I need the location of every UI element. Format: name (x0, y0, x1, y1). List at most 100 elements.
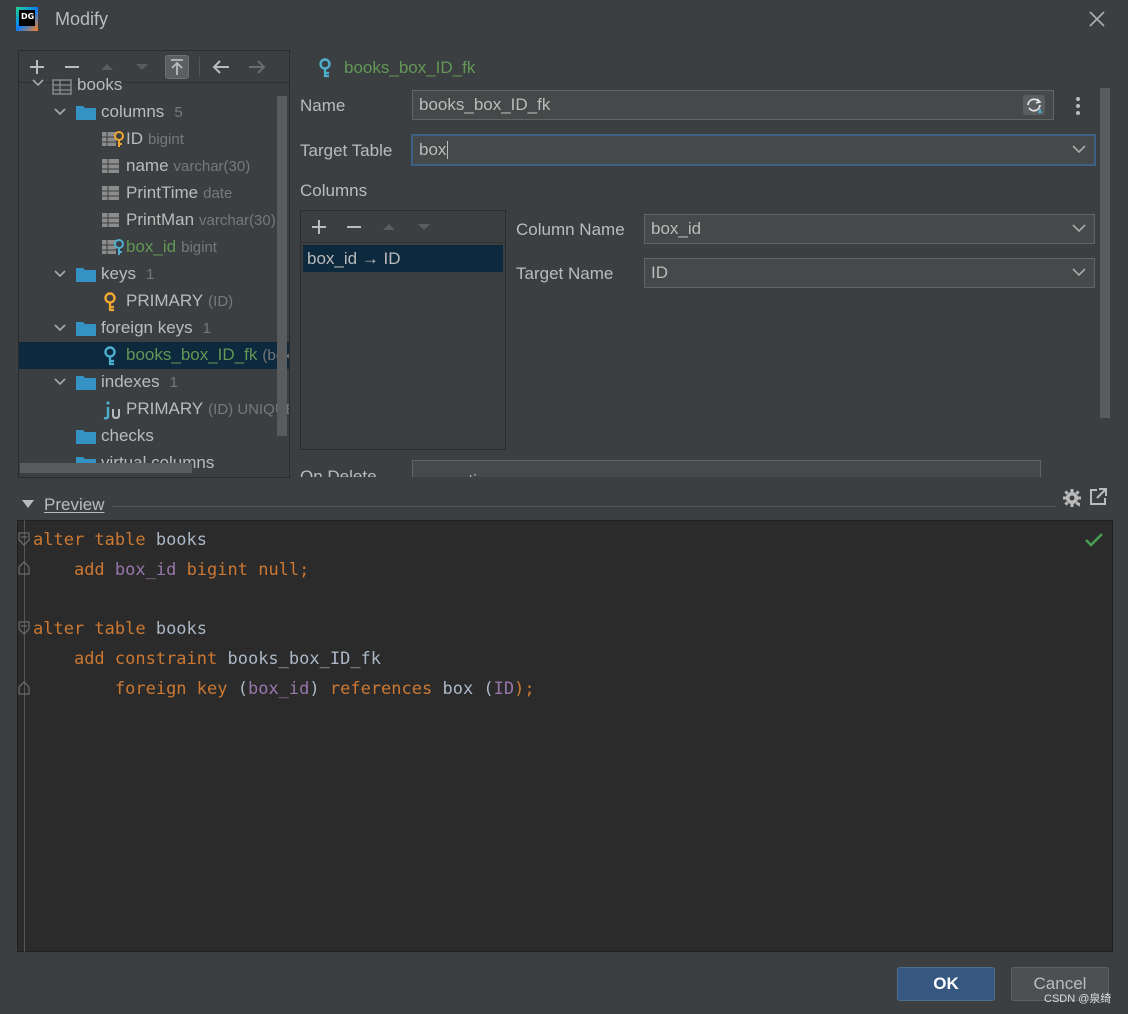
fold-end-icon[interactable] (18, 561, 30, 575)
text-cursor (447, 141, 449, 159)
tree-label: foreign keys (101, 318, 193, 337)
tree-item-keys[interactable]: keys 1 (19, 261, 289, 288)
folder-icon (76, 106, 96, 120)
column-type: varchar(30) (173, 158, 251, 175)
tree-item-books[interactable]: books (19, 73, 289, 100)
more-options-icon[interactable] (1072, 96, 1084, 116)
target-name-value: ID (651, 263, 668, 282)
target-table-select[interactable]: box (411, 134, 1096, 166)
on-delete-value: no_action (422, 471, 496, 477)
tree-item-fk-books-box-id-fk[interactable]: books_box_ID_fk(box (19, 342, 289, 369)
check-icon (1085, 533, 1103, 547)
sql-identifier: books (145, 530, 208, 550)
sql-keyword: foreign key (114, 679, 228, 699)
chevron-down-icon (54, 270, 66, 278)
schema-tree-panel: books columns 5 ID bigint name varchar(30) … (18, 50, 290, 478)
remove-icon[interactable] (342, 215, 366, 239)
sql-identifier: books (145, 619, 208, 639)
datagrip-logo-icon: DG (16, 7, 38, 31)
item-count: 5 (174, 104, 183, 121)
tree-item-foreign-keys[interactable]: foreign keys 1 (19, 315, 289, 342)
columns-toolbar (301, 211, 505, 243)
tree-item-indexes[interactable]: indexes 1 (19, 369, 289, 396)
tree-label: indexes (101, 372, 160, 391)
chevron-down-icon (1072, 224, 1086, 233)
refresh-name-icon[interactable] (1023, 95, 1045, 115)
fold-end-icon[interactable] (18, 681, 30, 695)
target-name-label: Target Name (516, 264, 614, 283)
tree-label: columns (101, 102, 165, 121)
sql-column: box_id (247, 679, 310, 699)
move-down-icon[interactable] (412, 215, 436, 239)
tree-vertical-scrollbar[interactable] (277, 96, 287, 436)
tree-item-columns[interactable]: columns 5 (19, 99, 289, 126)
target-name-select[interactable]: ID (644, 258, 1095, 288)
column-icon (102, 186, 119, 200)
form-vertical-scrollbar[interactable] (1100, 88, 1110, 418)
sql-identifier: box ( (432, 679, 494, 699)
on-delete-label: On Delete (300, 467, 377, 477)
sql-column: ID (493, 679, 515, 699)
tree-item-column-id[interactable]: ID bigint (19, 126, 289, 153)
sql-keyword: alter table (33, 619, 146, 639)
tree-label: box_id (126, 237, 177, 256)
tree-label: keys (101, 264, 136, 283)
add-icon[interactable] (307, 215, 331, 239)
column-type: date (203, 185, 233, 202)
item-count: 1 (169, 374, 178, 391)
sql-preview-editor[interactable] (17, 520, 1113, 952)
column-type: varchar(30) (199, 212, 276, 229)
column-name-label: Column Name (516, 220, 625, 239)
table-icon (52, 79, 72, 95)
primary-foreign-column-icon (102, 131, 124, 147)
tree-item-checks[interactable]: checks (19, 423, 289, 450)
on-delete-select[interactable]: no_action (412, 460, 1041, 477)
open-in-editor-icon[interactable] (1089, 488, 1107, 506)
tree-horizontal-scrollbar[interactable] (20, 463, 192, 473)
watermark-text: CSDN @泉绮 (1044, 993, 1112, 1005)
gear-icon[interactable] (1062, 488, 1082, 508)
target-table-value: box (419, 140, 447, 159)
chevron-down-icon (1072, 268, 1086, 277)
chevron-down-icon (54, 108, 66, 116)
tree-item-key-primary[interactable]: PRIMARY (ID) (19, 288, 289, 315)
code-line: alter table books (33, 530, 207, 550)
tree-label: PrintMan (126, 210, 195, 229)
close-icon[interactable] (1086, 8, 1108, 30)
sql-keyword: references (319, 679, 433, 699)
tree-item-column-name[interactable]: name varchar(30) (19, 153, 289, 180)
tree-label: name (126, 156, 169, 175)
tree-label: PRIMARY (126, 291, 204, 310)
column-type: bigint (148, 131, 184, 148)
preview-title[interactable]: Preview (44, 495, 104, 515)
fold-start-icon[interactable] (18, 621, 30, 635)
tree-label: books_box_ID_fk (126, 345, 258, 364)
sql-identifier: books_box_ID_fk (217, 649, 382, 669)
tree-item-column-printman[interactable]: PrintMan varchar(30) (19, 207, 289, 234)
ok-button[interactable]: OK (897, 967, 995, 1001)
column-mapping-row[interactable]: box_id → ID (303, 245, 503, 272)
name-field[interactable]: books_box_ID_fk (412, 90, 1054, 120)
title-bar (0, 0, 1128, 40)
code-line: foreign key (box_id) references box (ID)… (33, 679, 535, 699)
fold-start-icon[interactable] (18, 532, 30, 546)
move-up-icon[interactable] (377, 215, 401, 239)
sql-keyword: add (73, 560, 105, 580)
tree-item-column-box-id[interactable]: box_id bigint (19, 234, 289, 261)
tree-item-index-primary[interactable]: PRIMARY (ID) UNIQUE (19, 396, 289, 423)
code-line: alter table books (33, 619, 207, 639)
chevron-down-icon (32, 79, 44, 87)
chevron-down-icon (1018, 475, 1032, 477)
sql-punct: ) (309, 679, 320, 699)
sql-punct: ( (227, 679, 248, 699)
sql-keyword: add constraint (73, 649, 218, 669)
item-count: 1 (202, 320, 212, 337)
column-name-value: box_id (651, 219, 702, 238)
collapse-preview-icon[interactable] (22, 500, 34, 508)
tree-item-column-printtime[interactable]: PrintTime date (19, 180, 289, 207)
column-name-select[interactable]: box_id (644, 214, 1095, 244)
chevron-down-icon (54, 324, 66, 332)
columns-mapping-list: box_id → ID (300, 210, 506, 450)
